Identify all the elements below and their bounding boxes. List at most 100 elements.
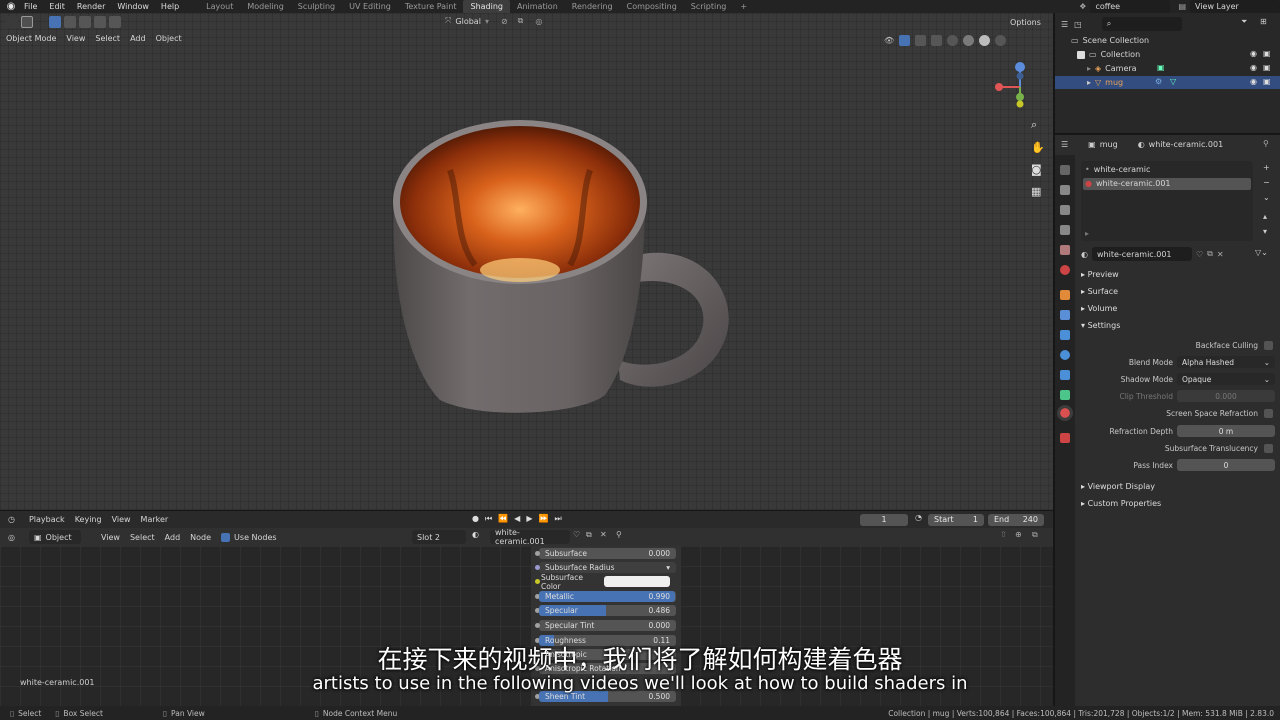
collection-checkbox[interactable] bbox=[1077, 50, 1085, 59]
gizmo-toggle-icon[interactable] bbox=[899, 35, 911, 46]
section-viewport-display[interactable]: ▸ Viewport Display bbox=[1081, 482, 1155, 491]
snap-node-icon[interactable]: ⊕ bbox=[1015, 530, 1022, 539]
expand-arrow-icon[interactable]: ▸ bbox=[1087, 78, 1091, 87]
material-shading-icon[interactable] bbox=[979, 35, 991, 46]
unlink-icon[interactable]: ✕ bbox=[1217, 250, 1224, 259]
material-name-field[interactable]: white-ceramic.001 bbox=[1091, 247, 1192, 261]
slot-specials-icon[interactable]: ⌄ bbox=[1263, 193, 1270, 202]
tab-sculpting[interactable]: Sculpting bbox=[291, 0, 342, 13]
menu-help[interactable]: Help bbox=[155, 2, 185, 11]
color-swatch[interactable] bbox=[604, 576, 670, 587]
node-menu-select[interactable]: Select bbox=[130, 533, 155, 542]
render-camera-icon[interactable]: ▣ bbox=[1263, 63, 1271, 72]
viewport-menu-add[interactable]: Add bbox=[130, 34, 146, 43]
area-divider[interactable] bbox=[1053, 13, 1055, 706]
tab-scripting[interactable]: Scripting bbox=[684, 0, 734, 13]
prev-key-icon[interactable]: ⏪ bbox=[498, 514, 508, 524]
outliner-scene-collection[interactable]: Scene Collection bbox=[1083, 36, 1150, 45]
play-icon[interactable]: ▶ bbox=[526, 514, 532, 524]
node-editor-type-icon[interactable]: ◎ bbox=[8, 533, 15, 542]
expand-arrow-icon[interactable]: ▸ bbox=[1087, 64, 1091, 73]
mode-new-icon[interactable] bbox=[49, 16, 61, 28]
view-layer-tab-icon[interactable] bbox=[1060, 225, 1070, 235]
node-row-metallic[interactable]: Metallic 0.990 bbox=[535, 591, 676, 602]
blender-logo-icon[interactable]: ◉ bbox=[4, 0, 18, 13]
tab-uv-editing[interactable]: UV Editing bbox=[342, 0, 398, 13]
zoom-icon[interactable]: ⌕ bbox=[1031, 118, 1045, 132]
jump-end-icon[interactable]: ⏭ bbox=[554, 514, 561, 524]
eye-icon[interactable]: ◉ bbox=[1250, 63, 1257, 72]
tab-shading[interactable]: Shading bbox=[463, 0, 510, 13]
next-key-icon[interactable]: ⏩ bbox=[538, 514, 548, 524]
parent-node-tree-icon[interactable]: ⇧ bbox=[1000, 530, 1007, 539]
solid-shading-icon[interactable] bbox=[963, 35, 975, 46]
filter-icon[interactable]: ⏷ bbox=[1241, 17, 1247, 27]
eye-icon[interactable]: ◉ bbox=[1250, 77, 1257, 86]
socket-icon[interactable] bbox=[535, 623, 540, 628]
duplicate-icon[interactable]: ⧉ bbox=[1207, 249, 1213, 259]
viewport-menu-object[interactable]: Object bbox=[156, 34, 182, 43]
wireframe-shading-icon[interactable] bbox=[947, 35, 959, 46]
timeline-menu-view[interactable]: View bbox=[112, 515, 131, 524]
object-tab-icon[interactable] bbox=[1060, 290, 1070, 300]
record-icon[interactable]: ● bbox=[472, 514, 479, 524]
remove-slot-icon[interactable]: − bbox=[1263, 178, 1270, 187]
texture-tab-icon[interactable] bbox=[1060, 433, 1070, 443]
section-surface[interactable]: ▸ Surface bbox=[1081, 287, 1118, 296]
material-browse-icon[interactable]: ◐ bbox=[1081, 250, 1088, 259]
constraints-tab-icon[interactable] bbox=[1060, 370, 1070, 380]
start-frame-field[interactable]: Start 1 bbox=[928, 514, 984, 526]
move-down-icon[interactable]: ▾ bbox=[1263, 227, 1270, 236]
menu-window[interactable]: Window bbox=[111, 2, 155, 11]
tool-tab-icon[interactable] bbox=[1060, 165, 1070, 175]
display-mode-icon[interactable]: ◳ bbox=[1074, 20, 1082, 29]
pin-icon[interactable]: ⚲ bbox=[1263, 139, 1269, 148]
outliner-search-input[interactable]: ⌕ bbox=[1101, 17, 1182, 31]
view-layer-selector[interactable]: View Layer bbox=[1190, 0, 1280, 14]
backface-culling-checkbox[interactable] bbox=[1264, 341, 1273, 350]
tab-layout[interactable]: Layout bbox=[199, 0, 240, 13]
outliner-camera[interactable]: Camera bbox=[1105, 64, 1136, 73]
physics-tab-icon[interactable] bbox=[1060, 350, 1070, 360]
pivot-icon[interactable]: ⊘ bbox=[501, 17, 508, 26]
proportional-edit-icon[interactable]: ◎ bbox=[535, 17, 542, 26]
fake-user-icon[interactable]: ♡ bbox=[573, 530, 580, 539]
slot-dropdown[interactable]: Slot 2 bbox=[412, 530, 466, 544]
node-menu-node[interactable]: Node bbox=[190, 533, 211, 542]
tab-compositing[interactable]: Compositing bbox=[620, 0, 684, 13]
mode-intersect-icon[interactable] bbox=[109, 16, 121, 28]
node-menu-add[interactable]: Add bbox=[165, 533, 181, 542]
node-menu-view[interactable]: View bbox=[101, 533, 120, 542]
timeline-menu-marker[interactable]: Marker bbox=[141, 515, 169, 524]
pan-hand-icon[interactable]: ✋ bbox=[1031, 141, 1045, 154]
end-frame-field[interactable]: End 240 bbox=[988, 514, 1044, 526]
node-row-subsurface[interactable]: Subsurface 0.000 bbox=[535, 548, 676, 559]
object-mode-dropdown[interactable]: Object Mode bbox=[6, 34, 56, 43]
material-tab-icon[interactable] bbox=[1057, 405, 1073, 421]
eye-icon[interactable]: ◉ bbox=[1250, 49, 1257, 58]
node-object-dropdown[interactable]: ▣ Object bbox=[28, 530, 81, 544]
pin-icon[interactable]: ⚲ bbox=[616, 530, 622, 539]
mode-subtract-icon[interactable] bbox=[79, 16, 91, 28]
material-slot-white-ceramic-001[interactable]: white-ceramic.001 bbox=[1096, 179, 1171, 188]
duplicate-material-icon[interactable]: ⧉ bbox=[586, 530, 592, 540]
navigation-gizmo[interactable] bbox=[992, 60, 1048, 110]
particles-tab-icon[interactable] bbox=[1060, 330, 1070, 340]
area-divider[interactable] bbox=[1055, 133, 1280, 135]
outliner-panel[interactable]: ☰ ◳ ⌕ ⏷ ⊞ ▭ Scene Collection ▭ Collectio… bbox=[1055, 13, 1280, 133]
orientation-dropdown[interactable]: Global bbox=[455, 17, 481, 26]
tool-settings-icon[interactable] bbox=[6, 16, 18, 28]
outliner-collection[interactable]: Collection bbox=[1101, 50, 1141, 59]
breadcrumb-object[interactable]: mug bbox=[1100, 140, 1118, 149]
tab-modeling[interactable]: Modeling bbox=[240, 0, 290, 13]
section-preview[interactable]: ▸ Preview bbox=[1081, 270, 1119, 279]
add-slot-icon[interactable]: + bbox=[1263, 163, 1270, 172]
mug-object[interactable] bbox=[380, 110, 760, 430]
xray-toggle-icon[interactable] bbox=[931, 35, 943, 46]
render-camera-icon[interactable]: ▣ bbox=[1263, 77, 1271, 86]
node-material-field[interactable]: white-ceramic.001 bbox=[490, 528, 570, 546]
tab-rendering[interactable]: Rendering bbox=[565, 0, 620, 13]
refraction-depth-field[interactable]: 0 m bbox=[1177, 425, 1275, 437]
properties-panel[interactable]: ☰ ▣ mug ◐ white-ceramic.001 ⚲ • white-ce… bbox=[1055, 135, 1280, 706]
timeline-menu-playback[interactable]: Playback bbox=[29, 515, 65, 524]
